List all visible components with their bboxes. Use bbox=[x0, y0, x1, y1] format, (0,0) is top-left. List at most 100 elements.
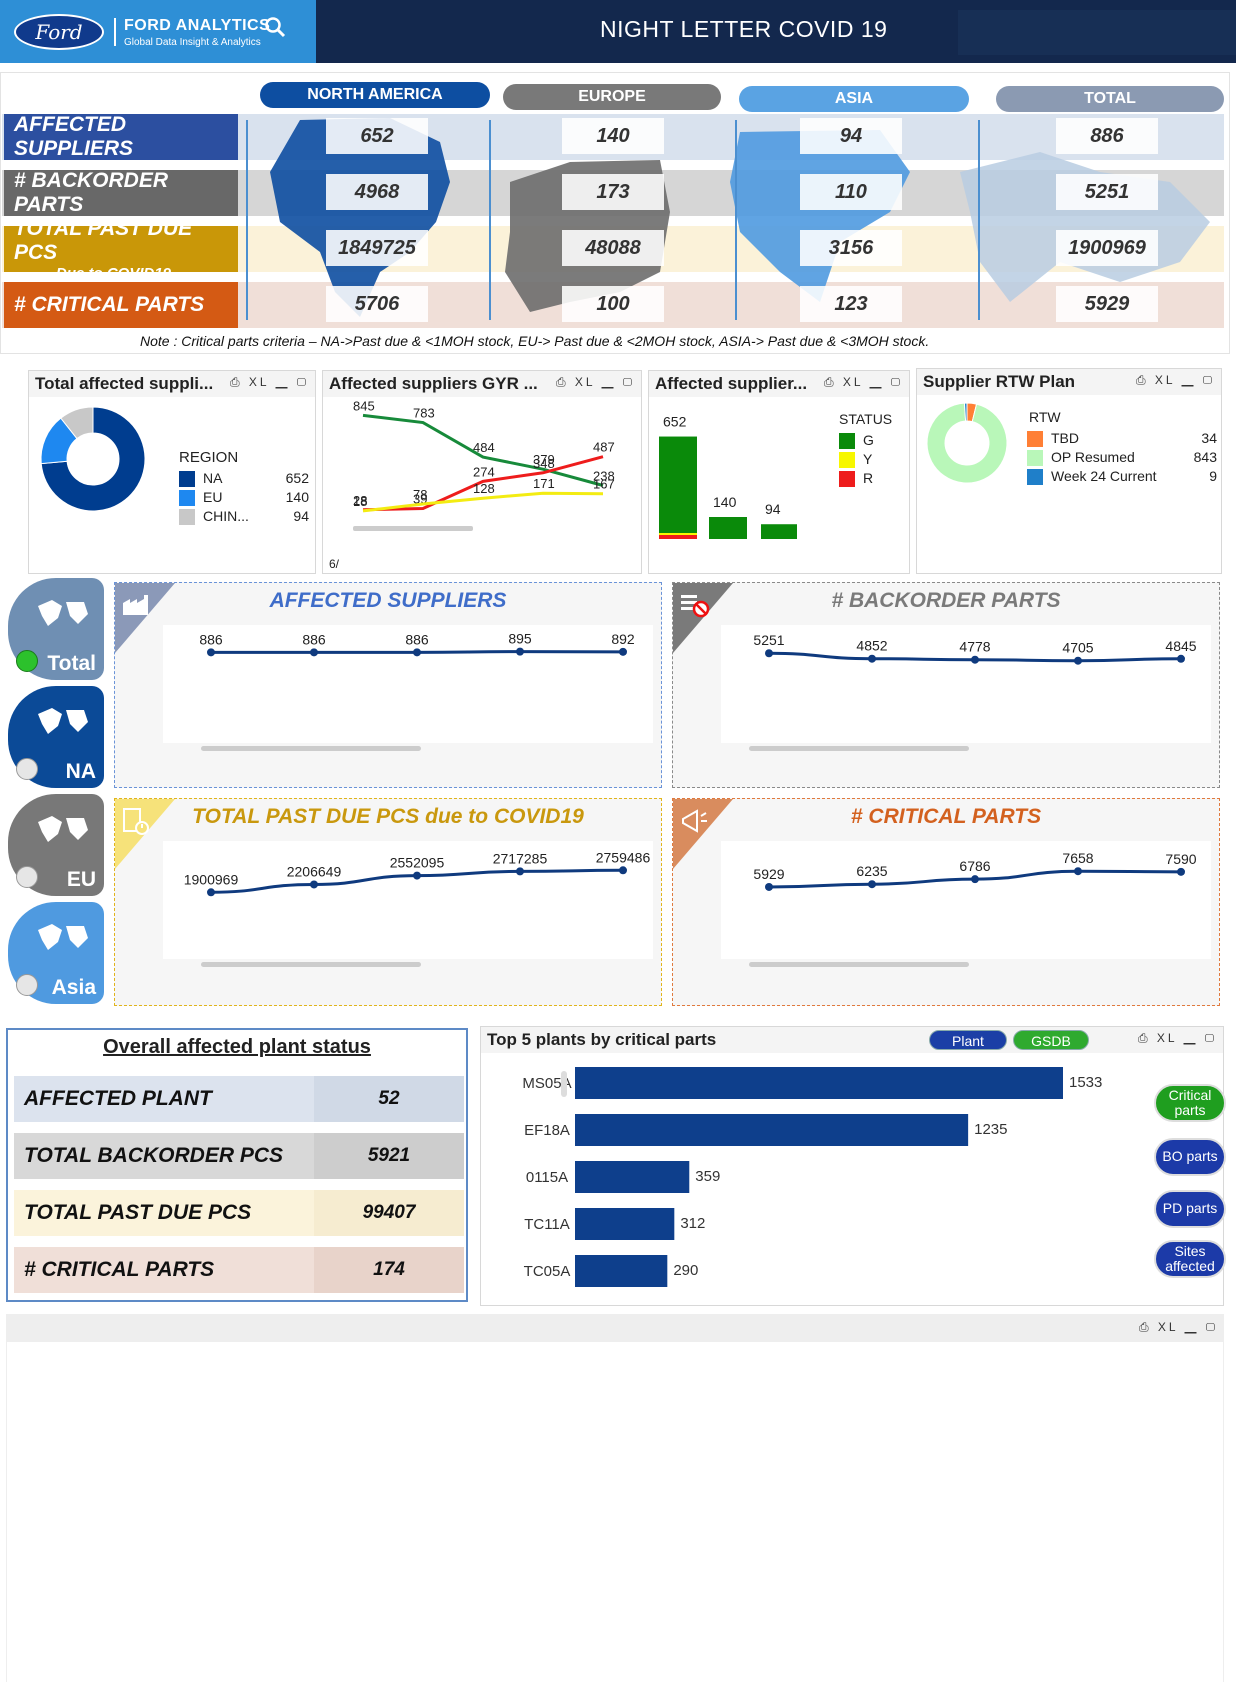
panel-controls[interactable]: ⎙ XL ▁ ▢ bbox=[824, 375, 903, 390]
legend-item[interactable]: OP Resumed 843 bbox=[1027, 448, 1217, 467]
print-icon[interactable]: ⎙ bbox=[556, 375, 569, 389]
trend-point bbox=[868, 880, 876, 889]
status-bar-chart[interactable]: 652 140 94 bbox=[649, 399, 829, 549]
panel-supplier-rtw-plan[interactable]: Supplier RTW Plan ⎙ XL ▁ ▢ RTW TBD 34 OP R… bbox=[916, 368, 1222, 574]
nav-na[interactable]: NA bbox=[8, 686, 104, 788]
maximize-icon[interactable]: ▢ bbox=[891, 375, 903, 389]
legend-item[interactable]: Week 24 Current 9 bbox=[1027, 467, 1217, 486]
export-xl-icon[interactable]: XL bbox=[575, 375, 595, 389]
column-asia[interactable]: ASIA bbox=[739, 86, 969, 112]
trend-panel-critical[interactable]: # CRITICAL PARTS 5929 6235 6786 7658 7590 bbox=[672, 798, 1220, 1006]
column-total[interactable]: TOTAL bbox=[996, 86, 1224, 112]
nav-label: NA bbox=[65, 760, 96, 783]
print-icon[interactable]: ⎙ bbox=[1139, 1320, 1152, 1334]
legend-item[interactable]: CHIN... 94 bbox=[179, 507, 309, 526]
legend-item[interactable]: EU 140 bbox=[179, 488, 309, 507]
maximize-icon[interactable]: ▢ bbox=[1203, 373, 1215, 387]
region-value-cell: 5706 bbox=[326, 286, 428, 322]
nav-asia[interactable]: Asia bbox=[8, 902, 104, 1004]
panel-total-affected-suppliers[interactable]: Total affected suppli... ⎙ XL ▁ ▢ REGION… bbox=[28, 370, 316, 574]
radio-button[interactable] bbox=[16, 758, 38, 780]
print-icon[interactable]: ⎙ bbox=[230, 375, 243, 389]
panel-controls[interactable]: ⎙ XL ▁ ▢ bbox=[1136, 373, 1215, 388]
trend-label: 5929 bbox=[753, 866, 784, 882]
minimize-icon[interactable]: ▁ bbox=[870, 375, 885, 389]
region-value-cell: 100 bbox=[562, 286, 664, 322]
minimize-icon[interactable]: ▁ bbox=[1184, 1031, 1199, 1045]
table-panel-header[interactable]: ⎙ XL ▁ ▢ bbox=[6, 1314, 1224, 1342]
panel-controls[interactable]: ⎙ XL ▁ ▢ bbox=[556, 375, 635, 390]
bar bbox=[575, 1208, 675, 1240]
horizontal-scrollbar[interactable] bbox=[185, 741, 645, 755]
trend-panel-pastdue[interactable]: TOTAL PAST DUE PCS due to COVID19 190096… bbox=[114, 798, 662, 1006]
suppliers-trend-chart[interactable]: 886 886 886 895 892 bbox=[163, 625, 653, 743]
nav-total[interactable]: Total bbox=[8, 578, 104, 680]
print-icon[interactable]: ⎙ bbox=[824, 375, 837, 389]
radio-button[interactable] bbox=[16, 650, 38, 672]
plant-status-row: TOTAL PAST DUE PCS 99407 bbox=[14, 1190, 464, 1236]
horizontal-scrollbar[interactable] bbox=[733, 957, 1203, 971]
panel-controls[interactable]: ⎙ XL ▁ ▢ bbox=[1138, 1031, 1217, 1046]
scrollbar-thumb bbox=[353, 526, 473, 531]
region-value-cell: 652 bbox=[326, 118, 428, 154]
radio-button[interactable] bbox=[16, 866, 38, 888]
region-donut-chart[interactable] bbox=[35, 401, 175, 541]
rtw-donut-chart[interactable] bbox=[925, 401, 1015, 491]
land-shape bbox=[38, 600, 88, 626]
legend-item[interactable]: TBD 34 bbox=[1027, 429, 1217, 448]
backorder-trend-chart[interactable]: 5251 4852 4778 4705 4845 bbox=[721, 625, 1211, 743]
trend-panel-backorder[interactable]: # BACKORDER PARTS 5251 4852 4778 4705 4845 bbox=[672, 582, 1220, 788]
minimize-icon[interactable]: ▁ bbox=[1182, 373, 1197, 387]
panel-affected-suppliers-gyr[interactable]: Affected suppliers GYR ... ⎙ XL ▁ ▢ 845 7… bbox=[322, 370, 642, 574]
export-xl-icon[interactable]: XL bbox=[1158, 1320, 1178, 1334]
trend-panel-suppliers[interactable]: AFFECTED SUPPLIERS 886 886 886 895 892 bbox=[114, 582, 662, 788]
legend-swatch bbox=[1027, 469, 1043, 485]
plant-status-label: # CRITICAL PARTS bbox=[24, 1258, 215, 1281]
metric-button[interactable]: BO parts bbox=[1154, 1138, 1226, 1176]
horizontal-scrollbar[interactable] bbox=[733, 741, 1203, 755]
magnifier-icon bbox=[265, 17, 286, 38]
trend-label: 4852 bbox=[856, 638, 887, 654]
legend-swatch bbox=[839, 433, 855, 449]
minimize-icon[interactable]: ▁ bbox=[602, 375, 617, 389]
panel-top5-plants[interactable]: Top 5 plants by critical parts Plant GSD… bbox=[480, 1026, 1224, 1306]
export-xl-icon[interactable]: XL bbox=[249, 375, 269, 389]
page-title: NIGHT LETTER COVID 19 bbox=[600, 16, 888, 42]
panel-controls[interactable]: ⎙ XL ▁ ▢ bbox=[230, 375, 309, 390]
print-icon[interactable]: ⎙ bbox=[1138, 1031, 1151, 1045]
minimize-icon[interactable]: ▁ bbox=[276, 375, 291, 389]
legend-item[interactable]: NA 652 bbox=[179, 469, 309, 488]
bar-value-label: 652 bbox=[663, 414, 687, 430]
minimize-icon[interactable]: ▁ bbox=[1185, 1320, 1200, 1334]
bar-value-label: 1533 bbox=[1069, 1074, 1102, 1091]
maximize-icon[interactable]: ▢ bbox=[623, 375, 635, 389]
maximize-icon[interactable]: ▢ bbox=[1205, 1031, 1217, 1045]
print-icon[interactable]: ⎙ bbox=[1136, 373, 1149, 387]
metric-button[interactable]: PD parts bbox=[1154, 1190, 1226, 1228]
land-shape bbox=[38, 924, 88, 950]
trend-point bbox=[310, 880, 318, 889]
top5-bar-chart[interactable]: MS05A 1533EF18A 12350115A 359TC11A 312TC05A 2… bbox=[481, 1059, 1121, 1299]
metric-button[interactable]: Sites affected bbox=[1154, 1240, 1226, 1278]
region-value-cell: 1849725 bbox=[326, 230, 428, 266]
panel-affected-supplier-status[interactable]: Affected supplier... ⎙ XL ▁ ▢ 652 140 94 S… bbox=[648, 370, 910, 574]
maximize-icon[interactable]: ▢ bbox=[297, 375, 309, 389]
horizontal-scrollbar[interactable] bbox=[185, 957, 645, 971]
gsdb-toggle-button[interactable]: GSDB bbox=[1013, 1030, 1089, 1050]
metric-button[interactable]: Critical parts bbox=[1154, 1084, 1226, 1122]
critical-trend-chart[interactable]: 5929 6235 6786 7658 7590 bbox=[721, 841, 1211, 959]
pastdue-trend-chart[interactable]: 1900969 2206649 2552095 2717285 2759486 bbox=[163, 841, 653, 959]
export-xl-icon[interactable]: XL bbox=[843, 375, 863, 389]
legend-value: 94 bbox=[293, 508, 309, 524]
export-xl-icon[interactable]: XL bbox=[1155, 373, 1175, 387]
column-north-america[interactable]: NORTH AMERICA bbox=[260, 82, 490, 108]
panel-controls[interactable]: ⎙ XL ▁ ▢ bbox=[1139, 1320, 1218, 1335]
data-label: 487 bbox=[593, 440, 615, 455]
radio-button[interactable] bbox=[16, 974, 38, 996]
plant-toggle-button[interactable]: Plant bbox=[929, 1030, 1007, 1050]
nav-eu[interactable]: EU bbox=[8, 794, 104, 896]
gyr-line-chart[interactable]: 845 78348437923828 3927434848718 78 128 171 16… bbox=[323, 401, 643, 551]
maximize-icon[interactable]: ▢ bbox=[1206, 1320, 1218, 1334]
column-europe[interactable]: EUROPE bbox=[503, 84, 721, 110]
export-xl-icon[interactable]: XL bbox=[1157, 1031, 1177, 1045]
